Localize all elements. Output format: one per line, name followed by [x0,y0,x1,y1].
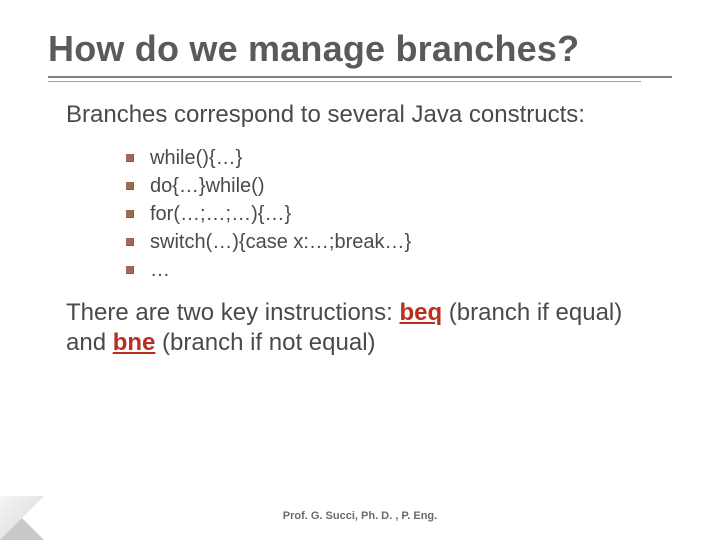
keyword-beq: beq [399,299,442,326]
slide-body: Branches correspond to several Java cons… [48,100,672,358]
list-item: for(…;…;…){…} [126,200,672,228]
intro-text: Branches correspond to several Java cons… [66,100,654,130]
bullet-list: while(){…} do{…}while() for(…;…;…){…} sw… [126,144,672,284]
slide-footer: Prof. G. Succi, Ph. D. , P. Eng. [0,510,720,522]
keyword-bne: bne [113,329,156,356]
title-rule [48,76,672,82]
page-curl-icon [0,496,44,540]
list-item-label: for(…;…;…){…} [150,203,291,225]
list-item: do{…}while() [126,172,672,200]
list-item: switch(…){case x:…;break…} [126,228,672,256]
list-item-label: … [150,259,170,281]
list-item-label: while(){…} [150,147,242,169]
list-item-label: switch(…){case x:…;break…} [150,231,411,253]
outro-pre: There are two key instructions: [66,299,399,326]
outro-text: There are two key instructions: beq (bra… [66,298,654,358]
list-item: while(){…} [126,144,672,172]
slide-title: How do we manage branches? [48,28,672,70]
outro-post: (branch if not equal) [155,329,375,356]
list-item-label: do{…}while() [150,175,265,197]
list-item: … [126,256,672,284]
slide: How do we manage branches? Branches corr… [0,0,720,540]
